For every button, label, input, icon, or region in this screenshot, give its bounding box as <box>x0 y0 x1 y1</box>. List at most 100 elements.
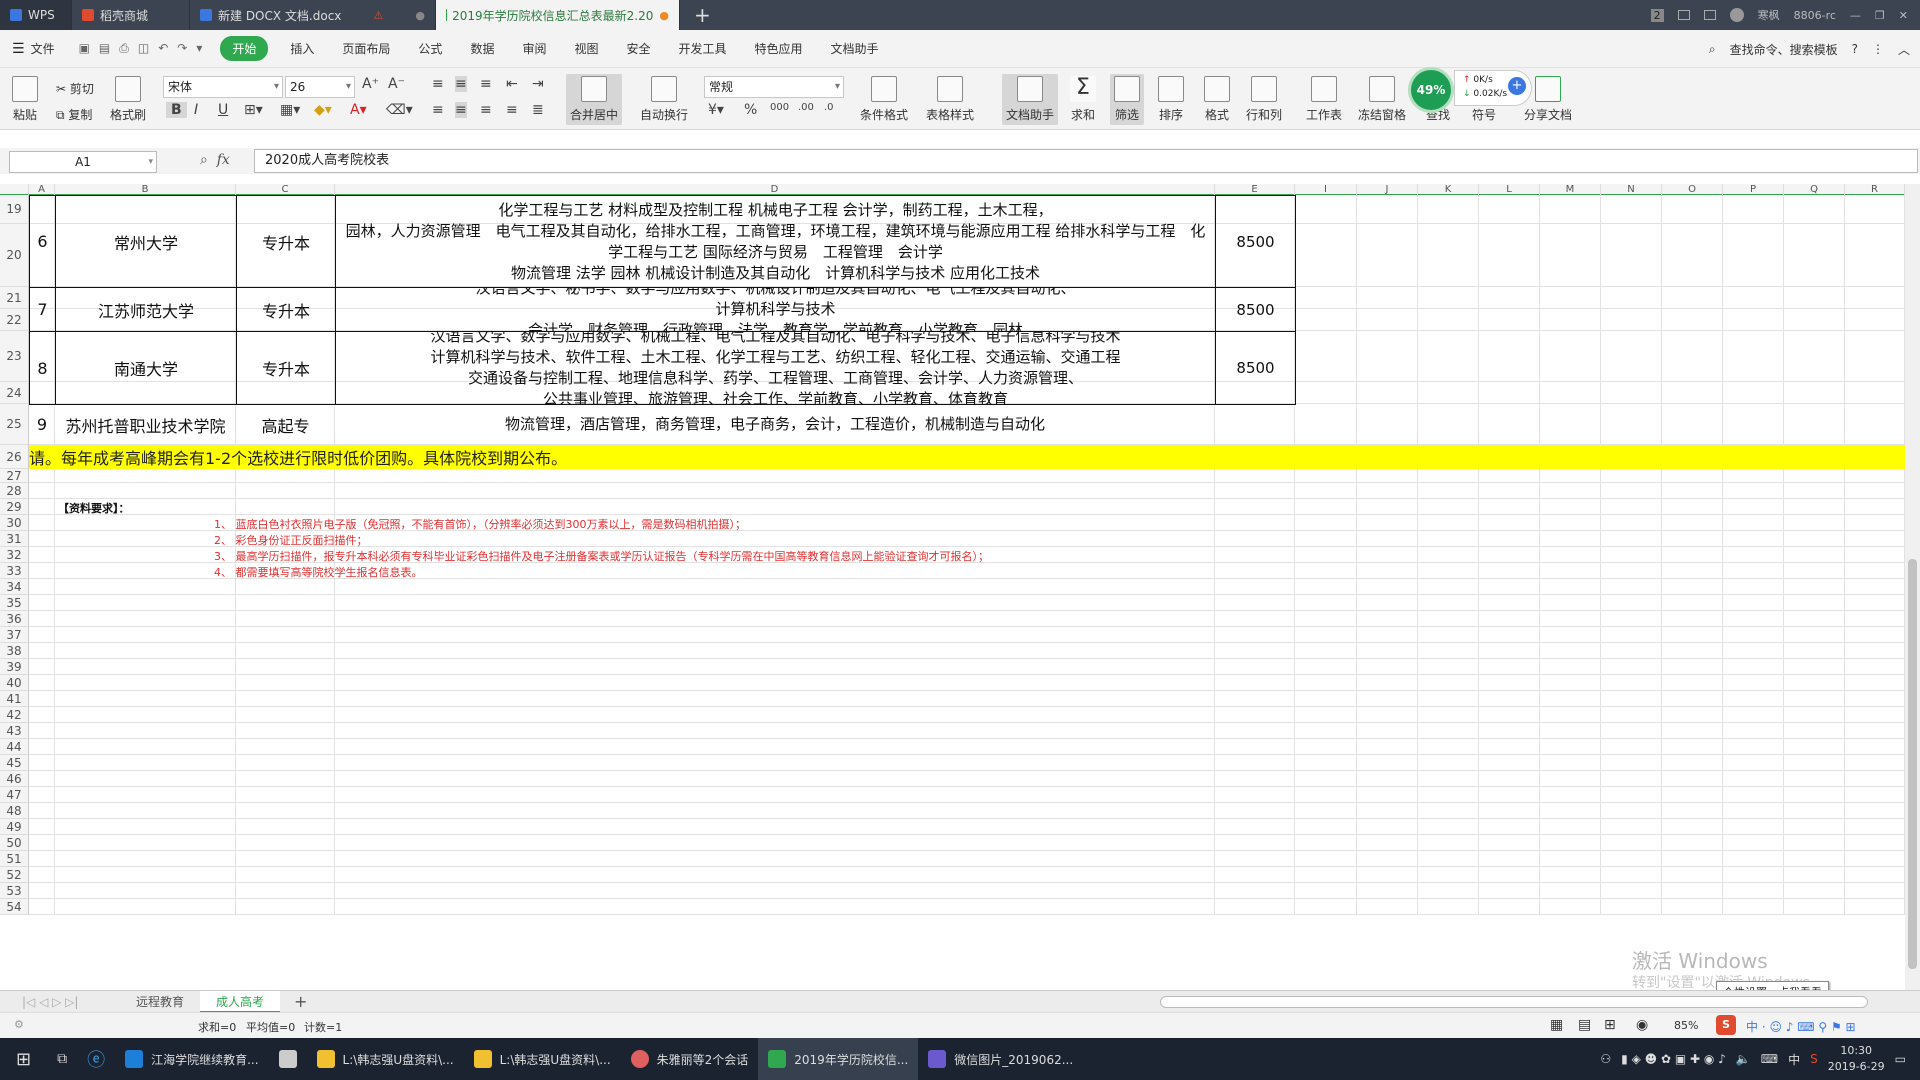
row-header[interactable]: 39 <box>0 659 29 675</box>
name-box[interactable]: A1 <box>9 151 157 173</box>
column-header-A[interactable]: A <box>29 184 55 195</box>
taskbar-folder-2[interactable]: L:\韩志强U盘资料\... <box>464 1038 621 1080</box>
menu-features[interactable]: 特色应用 <box>741 40 817 57</box>
command-search[interactable]: 查找命令、搜索模板 <box>1730 41 1838 58</box>
column-header-K[interactable]: K <box>1418 184 1479 195</box>
tab-docer[interactable]: 稻壳商城 <box>72 0 190 30</box>
align-middle-icon[interactable]: ≡ <box>455 76 467 92</box>
sheet-nav-arrows[interactable]: |◁ ◁ ▷ ▷| <box>6 991 94 1013</box>
row-header[interactable]: 37 <box>0 627 29 643</box>
menu-data[interactable]: 数据 <box>456 40 508 57</box>
wrap-text-button[interactable]: 自动换行 <box>640 76 688 123</box>
save-icon[interactable]: ▣ <box>79 41 90 56</box>
doc-assistant-button[interactable]: 文档助手 <box>1002 74 1059 125</box>
underline-icon[interactable]: U <box>218 102 228 118</box>
align-right-icon[interactable]: ≡ <box>480 102 492 118</box>
row-header[interactable]: 22 <box>0 309 29 331</box>
undo-icon[interactable]: ↶ <box>158 41 168 56</box>
row-header[interactable]: 45 <box>0 755 29 771</box>
row-header[interactable]: 51 <box>0 851 29 867</box>
cell-level[interactable]: 高起专 <box>236 404 335 445</box>
cell-index[interactable]: 8 <box>29 331 56 405</box>
vertical-scrollbar[interactable] <box>1905 184 1920 990</box>
column-header-Q[interactable]: Q <box>1784 184 1845 195</box>
keyboard-icon[interactable]: ⌨ <box>1761 1052 1778 1066</box>
cell-majors[interactable]: 汉语言文学、数学与应用数学、机械工程、电气工程及其自动化、电子科学与技术、电子信… <box>335 331 1216 405</box>
ime-toolbar[interactable]: 中 · ☺ ♪ ⌨ ⚲ ⚑ ⊞ <box>1746 1018 1856 1035</box>
row-header[interactable]: 35 <box>0 595 29 611</box>
row-header[interactable]: 43 <box>0 723 29 739</box>
zoom-level[interactable]: 85% <box>1674 1019 1698 1032</box>
avatar[interactable] <box>1729 8 1744 22</box>
more-icon[interactable]: ⋮ <box>1872 42 1884 56</box>
row-header[interactable]: 52 <box>0 867 29 883</box>
column-header-B[interactable]: B <box>55 184 236 195</box>
row-header[interactable]: 33 <box>0 563 29 579</box>
filter-button[interactable]: 筛选 <box>1110 74 1144 125</box>
freeze-panes-button[interactable]: 冻结窗格 <box>1358 76 1406 123</box>
cell-school[interactable]: 常州大学 <box>55 195 237 288</box>
distributed-icon[interactable]: ≣ <box>532 102 544 118</box>
sheet-tab-remote[interactable]: 远程教育 <box>120 991 200 1013</box>
conditional-format-button[interactable]: 条件格式 <box>860 76 908 123</box>
page-layout-view-icon[interactable]: ▤ <box>1578 1017 1591 1033</box>
taskbar-wps[interactable]: 2019年学历院校信... <box>758 1038 919 1080</box>
print-icon[interactable]: ⎙ <box>119 41 129 56</box>
row-header[interactable]: 41 <box>0 691 29 707</box>
tab-docx[interactable]: 新建 DOCX 文档.docx ⚠ ● <box>190 0 436 30</box>
fill-style-icon[interactable]: ▦▾ <box>280 102 300 118</box>
row-header[interactable]: 30 <box>0 515 29 531</box>
cell-school[interactable]: 苏州托普职业技术学院 <box>55 404 236 445</box>
zoom-icon[interactable]: ⌕ <box>200 152 208 168</box>
row-header[interactable]: 31 <box>0 531 29 547</box>
row-header[interactable]: 44 <box>0 739 29 755</box>
merge-center-button[interactable]: 合并居中 <box>566 74 623 125</box>
maximize-icon[interactable]: ❐ <box>1875 9 1885 22</box>
cell-level[interactable]: 专升本 <box>236 331 336 405</box>
row-header[interactable]: 42 <box>0 707 29 723</box>
increase-decimal-icon[interactable]: .00 <box>798 102 814 113</box>
column-header-L[interactable]: L <box>1479 184 1540 195</box>
column-header-I[interactable]: I <box>1295 184 1357 195</box>
people-icon[interactable]: ⚇ <box>1600 1052 1611 1066</box>
copy-button[interactable]: ⧉ 复制 <box>56 106 92 123</box>
column-header-M[interactable]: M <box>1540 184 1601 195</box>
row-header[interactable]: 29 <box>0 499 29 515</box>
clock[interactable]: 10:30 2019-6-29 <box>1828 1043 1885 1075</box>
font-family-select[interactable]: 宋体 <box>163 76 283 98</box>
help-icon[interactable]: ? <box>1852 42 1858 56</box>
row-header[interactable]: 23 <box>0 331 29 382</box>
menu-page-layout[interactable]: 页面布局 <box>328 40 404 57</box>
menu-developer[interactable]: 开发工具 <box>665 40 741 57</box>
row-header[interactable]: 20 <box>0 224 29 287</box>
align-left-icon[interactable]: ≡ <box>432 102 444 118</box>
indent-increase-icon[interactable]: ⇥ <box>532 76 544 92</box>
normal-view-icon[interactable]: ▦ <box>1550 1017 1563 1033</box>
row-header[interactable]: 19 <box>0 195 29 224</box>
speedup-plus-icon[interactable]: + <box>1508 77 1526 95</box>
tray-icons[interactable]: ▮ ◈ ☻ ✿ ▣ ✚ ◉ ♪ <box>1621 1052 1726 1066</box>
sogou-tray-icon[interactable]: S <box>1810 1052 1818 1066</box>
percent-icon[interactable]: % <box>744 102 757 118</box>
sort-button[interactable]: 排序 <box>1158 76 1184 123</box>
thousands-icon[interactable]: 000 <box>770 102 789 113</box>
menu-doc-assistant[interactable]: 文档助手 <box>817 40 893 57</box>
row-header[interactable]: 48 <box>0 803 29 819</box>
table-style-button[interactable]: 表格样式 <box>926 76 974 123</box>
row-header[interactable]: 46 <box>0 771 29 787</box>
column-header-corner[interactable] <box>0 184 29 195</box>
row-header[interactable]: 27 <box>0 469 29 483</box>
row-header[interactable]: 47 <box>0 787 29 803</box>
paste-button[interactable]: 粘贴 <box>12 76 38 123</box>
search-icon[interactable]: ⌕ <box>1709 42 1716 57</box>
cell-majors[interactable]: 汉语言文学、秘书学、数学与应用数学、机械设计制造及其自动化、电气工程及其自动化、… <box>335 287 1216 332</box>
borders-icon[interactable]: ⊞▾ <box>244 102 263 118</box>
cell-fee[interactable]: 8500 <box>1215 331 1296 405</box>
cell-majors[interactable]: 物流管理，酒店管理，商务管理，电子商务，会计，工程造价，机械制造与自动化 <box>335 404 1215 445</box>
column-header-O[interactable]: O <box>1662 184 1723 195</box>
cell-index[interactable]: 6 <box>29 195 56 288</box>
row-header[interactable]: 28 <box>0 483 29 499</box>
taskbar-browser[interactable]: 江海学院继续教育... <box>115 1038 268 1080</box>
preview-icon[interactable]: ◫ <box>138 41 149 56</box>
user-name[interactable]: 寒枫 <box>1758 7 1780 23</box>
